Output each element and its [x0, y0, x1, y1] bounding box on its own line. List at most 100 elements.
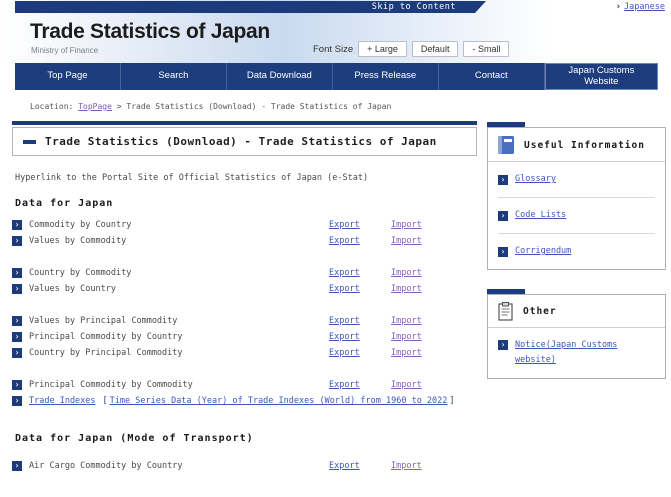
main-content: Trade Statistics (Download) - Trade Stat…	[12, 121, 477, 474]
import-link[interactable]: Import	[391, 380, 451, 390]
font-size-large-button[interactable]: + Large	[358, 41, 407, 57]
export-link[interactable]: Export	[329, 461, 391, 471]
other-links: › Notice(Japan Customs website)	[488, 328, 665, 378]
export-link[interactable]: Export	[329, 284, 391, 294]
section-heading-mode-of-transport: Data for Japan (Mode of Transport)	[15, 433, 254, 444]
page-title-box: Trade Statistics (Download) - Trade Stat…	[12, 127, 477, 156]
row-label: Principal Commodity by Country	[29, 332, 183, 342]
list-item: › Notice(Japan Customs website)	[498, 328, 655, 378]
other-header: Other	[488, 295, 665, 328]
import-link[interactable]: Import	[391, 316, 451, 326]
row-label: Values by Commodity	[29, 236, 127, 246]
import-link[interactable]: Import	[391, 284, 451, 294]
chevron-right-icon: ›	[12, 461, 22, 471]
import-link[interactable]: Import	[391, 220, 451, 230]
chevron-right-icon: ›	[12, 284, 22, 294]
site-title: Trade Statistics of Japan	[30, 20, 270, 43]
chevron-right-icon: ›	[12, 332, 22, 342]
page-title: Trade Statistics (Download) - Trade Stat…	[45, 135, 437, 148]
export-link[interactable]: Export	[329, 332, 391, 342]
export-link[interactable]: Export	[329, 380, 391, 390]
export-link[interactable]: Export	[329, 316, 391, 326]
page: Skip to Content › Japanese Trade Statist…	[0, 0, 671, 497]
breadcrumb-separator: >	[116, 102, 122, 111]
useful-information-header: Useful Information	[488, 128, 665, 162]
skip-to-content-link[interactable]: Skip to Content	[372, 2, 456, 12]
export-link[interactable]: Export	[329, 220, 391, 230]
nav-press-release[interactable]: Press Release	[333, 63, 439, 90]
table-row: › Air Cargo Commodity by Country Export I…	[12, 458, 477, 474]
export-link[interactable]: Export	[329, 268, 391, 278]
chevron-right-icon: ›	[498, 340, 508, 350]
book-icon	[498, 136, 514, 154]
chevron-right-icon: ›	[12, 236, 22, 246]
nav-contact[interactable]: Contact	[439, 63, 545, 90]
breadcrumb-top-page-link[interactable]: TopPage	[78, 102, 112, 111]
nav-japan-customs-website[interactable]: Japan Customs Website	[544, 63, 659, 90]
import-link[interactable]: Import	[391, 348, 451, 358]
row-label: Country by Commodity	[29, 268, 132, 278]
chevron-right-icon: ›	[12, 396, 22, 406]
font-size-default-button[interactable]: Default	[411, 41, 459, 57]
import-link[interactable]: Import	[391, 332, 451, 342]
japanese-link[interactable]: Japanese	[624, 2, 665, 12]
bracket-close: ]	[449, 396, 455, 406]
notice-link[interactable]: Notice(Japan Customs website)	[515, 338, 640, 368]
table-row: › Values by Principal Commodity Export Im…	[12, 313, 477, 329]
font-size-label: Font Size	[313, 43, 354, 55]
nav-data-download[interactable]: Data Download	[227, 63, 333, 90]
export-link[interactable]: Export	[329, 348, 391, 358]
data-group: › Principal Commodity by Commodity Export…	[12, 377, 477, 409]
dash-icon	[23, 139, 36, 144]
font-size-controls: Font Size + Large Default - Small	[313, 41, 510, 57]
chevron-right-icon: ›	[498, 174, 508, 185]
title-accent-bar	[12, 121, 477, 125]
data-group: › Country by Commodity Export Import › Val…	[12, 265, 477, 297]
table-row: › Values by Country Export Import	[12, 281, 477, 297]
table-row: › Country by Principal Commodity Export I…	[12, 345, 477, 361]
list-item: › Code Lists	[498, 198, 655, 234]
list-item: › Glossary	[498, 162, 655, 198]
import-link[interactable]: Import	[391, 268, 451, 278]
site-subtitle: Ministry of Finance	[31, 46, 99, 55]
import-link[interactable]: Import	[391, 461, 451, 471]
other-title: Other	[523, 306, 557, 317]
chevron-right-icon: ›	[498, 246, 508, 257]
chevron-right-icon: ›	[12, 348, 22, 358]
data-group: › Values by Principal Commodity Export Im…	[12, 313, 477, 361]
useful-information-title: Useful Information	[524, 139, 645, 151]
trade-indexes-row: › Trade Indexes [ Time Series Data (Year…	[12, 393, 477, 409]
chevron-right-icon: ›	[12, 220, 22, 230]
table-row: › Principal Commodity by Country Export I…	[12, 329, 477, 345]
nav-search[interactable]: Search	[121, 63, 227, 90]
chevron-right-icon: ›	[12, 380, 22, 390]
row-label: Country by Principal Commodity	[29, 348, 183, 358]
intro-text: Hyperlink to the Portal Site of Official…	[15, 173, 369, 183]
top-bar: Skip to Content	[15, 1, 486, 13]
list-item: › Corrigendum	[498, 234, 655, 269]
import-link[interactable]: Import	[391, 236, 451, 246]
bracket-open: [	[102, 396, 108, 406]
sidebar: Useful Information › Glossary › Code Lis…	[487, 121, 666, 379]
code-lists-link[interactable]: Code Lists	[515, 208, 566, 223]
useful-information-links: › Glossary › Code Lists › Corrigendum	[488, 162, 665, 269]
nav-top-page[interactable]: Top Page	[15, 63, 121, 90]
corrigendum-link[interactable]: Corrigendum	[515, 244, 571, 259]
chevron-right-icon: ›	[615, 2, 622, 12]
font-size-small-button[interactable]: - Small	[463, 41, 510, 57]
site-header: Skip to Content › Japanese Trade Statist…	[0, 0, 671, 63]
table-row: › Commodity by Country Export Import	[12, 217, 477, 233]
main-nav: Top Page Search Data Download Press Rele…	[15, 63, 659, 90]
table-row: › Values by Commodity Export Import	[12, 233, 477, 249]
useful-information-box: Useful Information › Glossary › Code Lis…	[487, 122, 666, 270]
row-label: Values by Country	[29, 284, 116, 294]
export-link[interactable]: Export	[329, 236, 391, 246]
language-switch: › Japanese	[616, 2, 665, 12]
chevron-right-icon: ›	[498, 210, 508, 221]
glossary-link[interactable]: Glossary	[515, 172, 556, 187]
chevron-right-icon: ›	[12, 268, 22, 278]
time-series-link[interactable]: Time Series Data (Year) of Trade Indexes…	[110, 396, 448, 406]
table-row: › Country by Commodity Export Import	[12, 265, 477, 281]
trade-indexes-link[interactable]: Trade Indexes	[29, 396, 96, 406]
chevron-right-icon: ›	[12, 316, 22, 326]
